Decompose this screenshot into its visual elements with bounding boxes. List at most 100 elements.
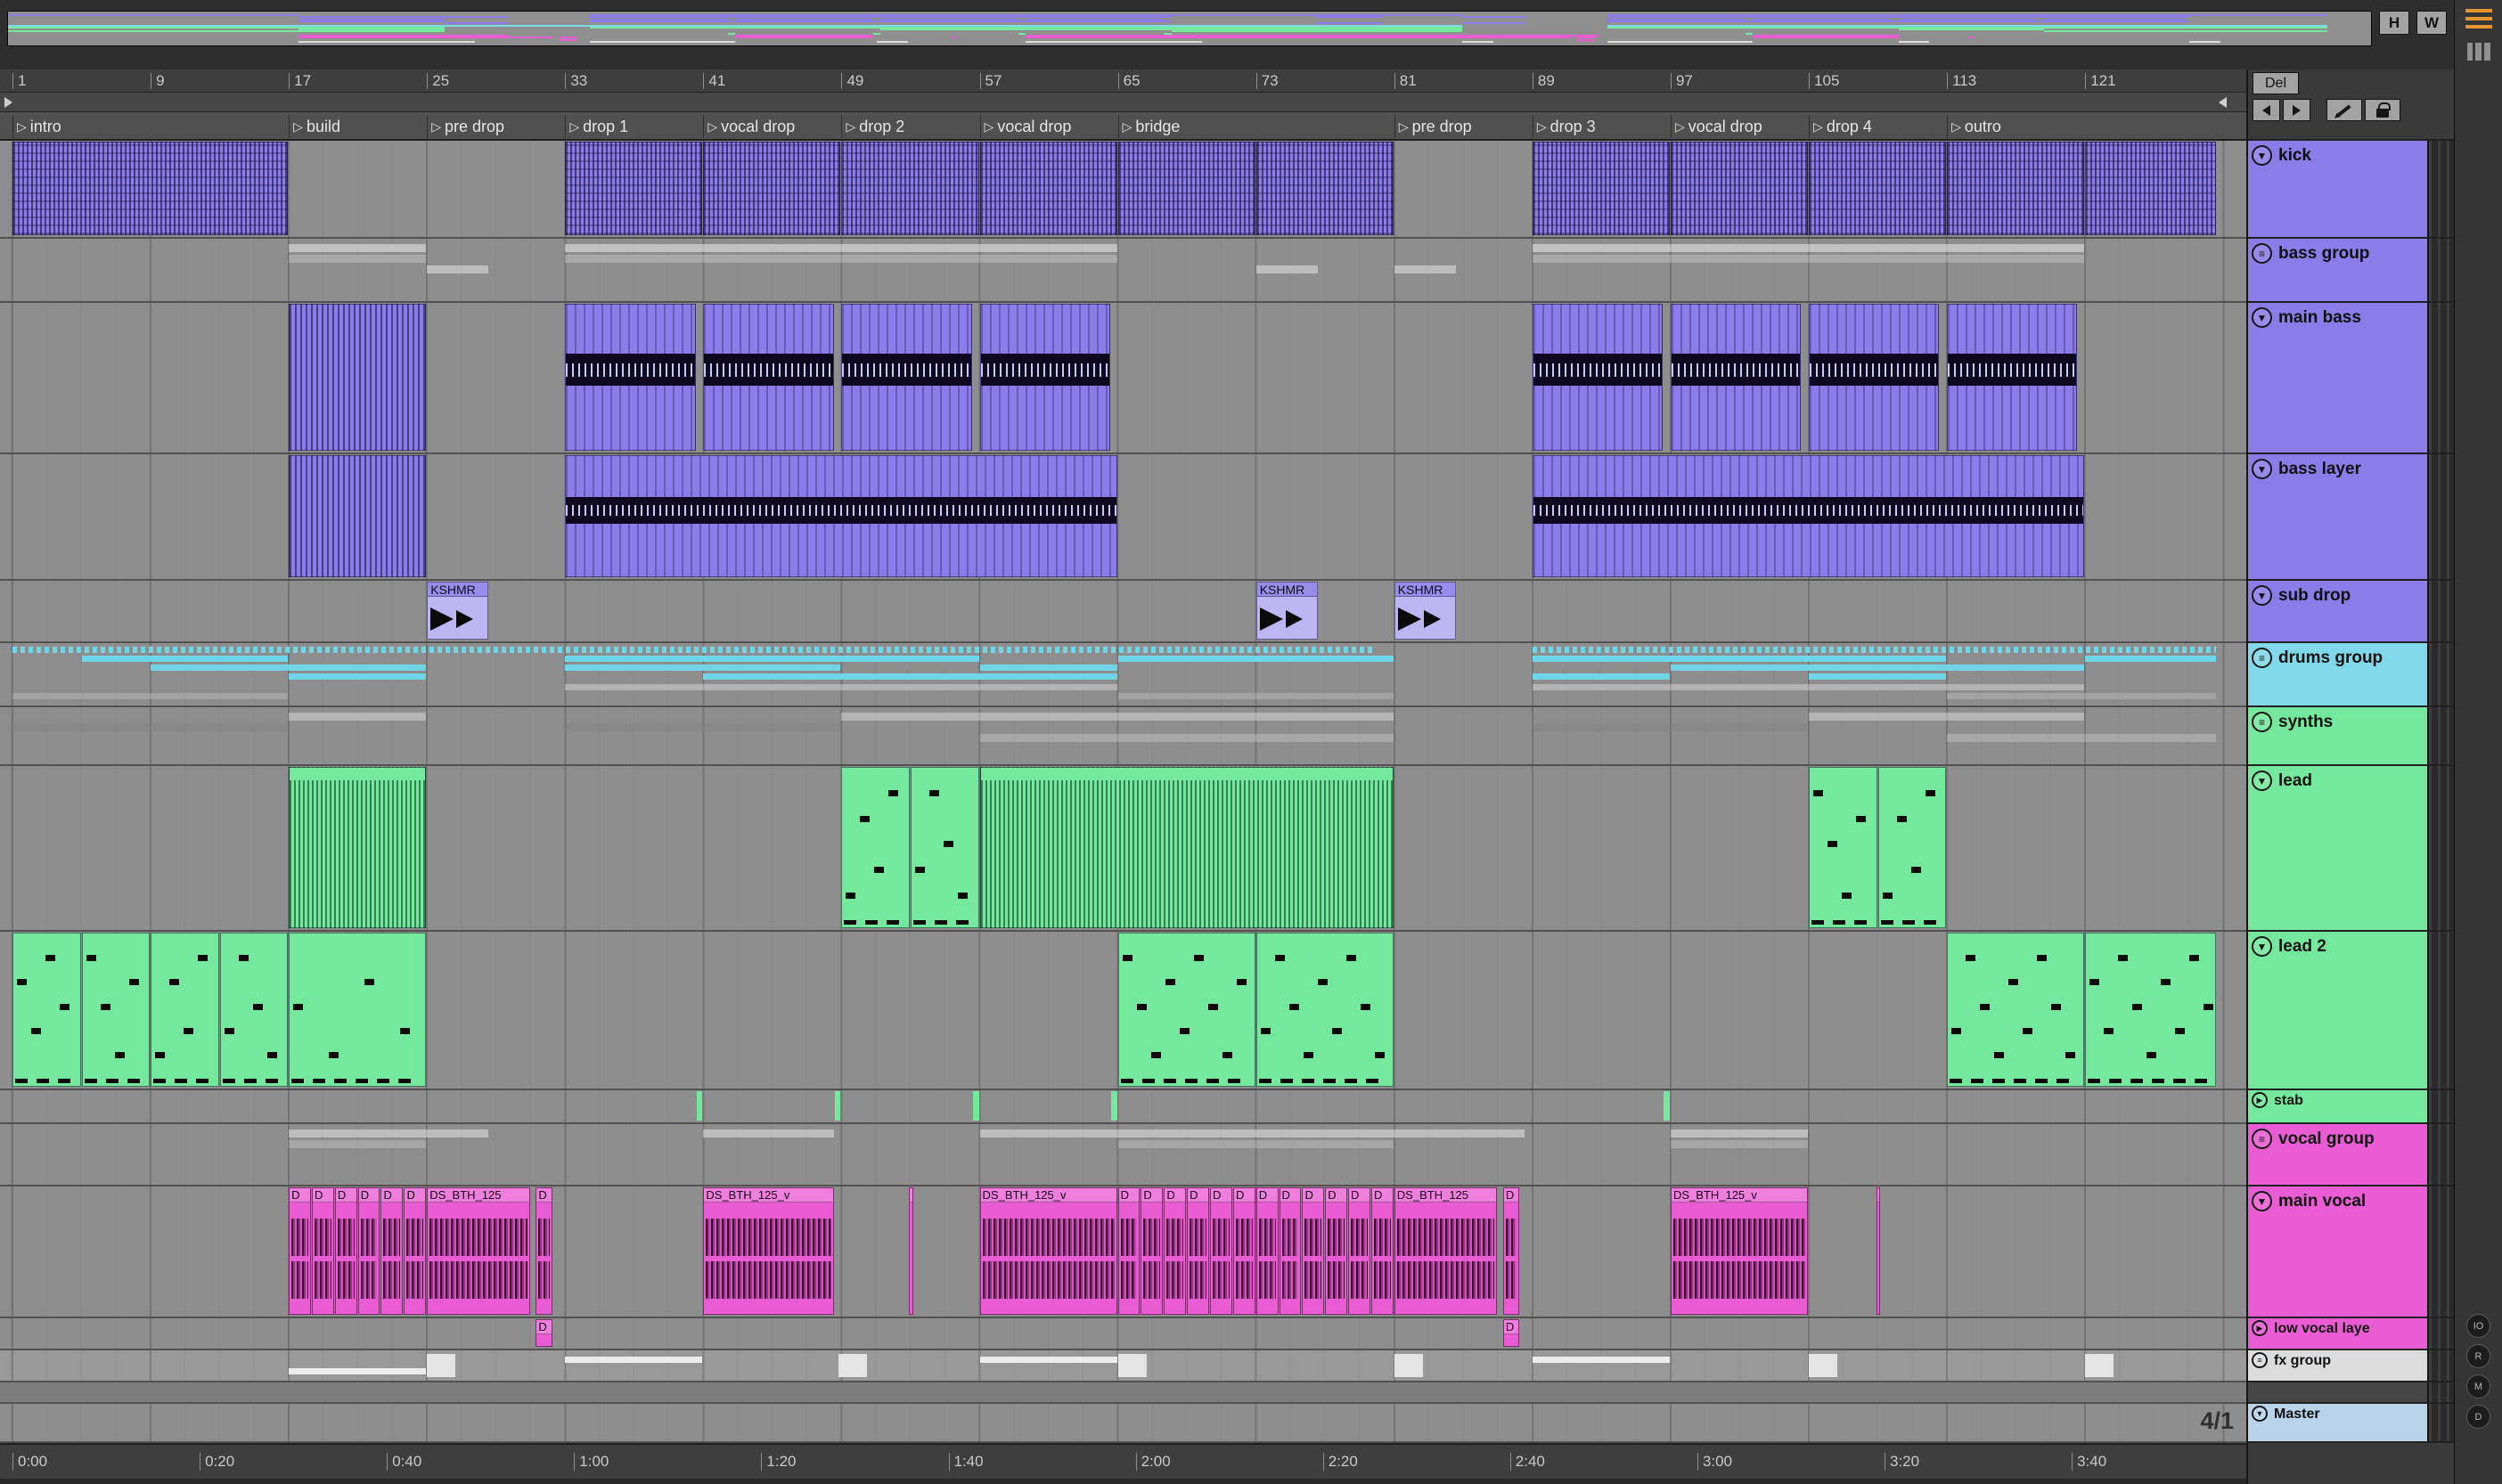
lane-main-vocal[interactable]: D D D D D D DS_BTH_125 D DS_BTH_125_v DS_BTH_125_… <box>0 1186 2246 1318</box>
clip[interactable] <box>979 304 1110 451</box>
clip[interactable]: D <box>380 1187 404 1315</box>
clip[interactable] <box>151 665 427 671</box>
clip[interactable]: D <box>536 1187 552 1315</box>
clip[interactable]: D <box>404 1187 427 1315</box>
clip[interactable]: KSHMR <box>427 582 489 640</box>
mixer-toggle-d[interactable]: D <box>2466 1405 2490 1429</box>
unfold-group-icon[interactable]: ≡ <box>2252 1129 2272 1149</box>
clip[interactable] <box>979 1357 1117 1363</box>
clip[interactable] <box>1664 1091 1670 1121</box>
fold-open-icon[interactable]: ▼ <box>2252 1406 2268 1422</box>
locator-drop-3[interactable]: ▷ drop 3 <box>1532 115 1596 138</box>
clip[interactable] <box>289 713 427 721</box>
clip[interactable]: DS_BTH_125_v <box>979 1187 1117 1315</box>
clip[interactable] <box>565 142 703 235</box>
clip[interactable] <box>289 455 427 577</box>
clip[interactable]: D <box>357 1187 380 1315</box>
clip[interactable] <box>2085 933 2216 1087</box>
lane-sub-drop[interactable]: KSHMR KSHMR KSHMR <box>0 581 2246 643</box>
locator-drop-4[interactable]: ▷ drop 4 <box>1809 115 1872 138</box>
scroll-left-icon[interactable] <box>4 97 12 108</box>
zoom-height-button[interactable]: H <box>2379 11 2409 35</box>
clip[interactable] <box>1532 255 2085 263</box>
clip[interactable] <box>1809 304 1940 451</box>
clip[interactable] <box>909 1187 913 1315</box>
track-header-lead[interactable]: ▼ lead <box>2248 766 2427 930</box>
clip[interactable] <box>1532 142 1670 235</box>
clip[interactable] <box>1532 1357 1670 1363</box>
clip[interactable] <box>1532 723 1809 731</box>
fold-open-icon[interactable]: ▼ <box>2252 936 2272 957</box>
fold-open-icon[interactable]: ▼ <box>2252 1191 2272 1211</box>
clip[interactable] <box>841 304 972 451</box>
mixer-toggle-io[interactable]: IO <box>2466 1314 2490 1338</box>
mixer-toggle-r[interactable]: R <box>2466 1344 2490 1368</box>
locator-build[interactable]: ▷ build <box>289 115 340 138</box>
clip[interactable]: DS_BTH_125 <box>427 1187 530 1315</box>
clip[interactable] <box>2085 142 2216 235</box>
clip[interactable] <box>841 713 1394 721</box>
clip[interactable] <box>565 684 1117 690</box>
clip[interactable] <box>1532 455 2085 577</box>
clip[interactable] <box>565 255 1117 263</box>
locator-vocal-drop[interactable]: ▷ vocal drop <box>979 115 1071 138</box>
clip[interactable] <box>427 1354 456 1377</box>
clip[interactable] <box>1947 693 2216 699</box>
clip[interactable] <box>1670 665 2085 671</box>
lane-drums-group[interactable] <box>0 643 2246 707</box>
clip[interactable] <box>289 1140 427 1148</box>
zoom-width-button[interactable]: W <box>2416 11 2447 35</box>
locator-strip[interactable]: ▷ intro ▷ build ▷ pre drop ▷ drop 1 ▷ vocal drop ▷… <box>0 112 2246 141</box>
back-button[interactable] <box>2253 99 2280 121</box>
clip[interactable]: D <box>1141 1187 1164 1315</box>
clip[interactable] <box>1117 1140 1394 1148</box>
fold-open-icon[interactable]: ▼ <box>2252 459 2272 479</box>
clip[interactable] <box>12 693 289 699</box>
clip[interactable] <box>2085 1354 2114 1377</box>
clip[interactable] <box>1670 142 1809 235</box>
clip[interactable] <box>1670 1129 1809 1137</box>
clip[interactable] <box>1947 142 2085 235</box>
lock-envelopes-button[interactable] <box>2365 99 2400 121</box>
clip[interactable]: DS_BTH_125_v <box>1670 1187 1809 1315</box>
track-header-stab[interactable]: ▶ stab <box>2248 1090 2427 1122</box>
clip[interactable] <box>289 767 427 928</box>
clip[interactable] <box>12 723 289 731</box>
clip[interactable] <box>1110 1091 1117 1121</box>
clip[interactable]: D <box>1348 1187 1370 1315</box>
clip[interactable]: D <box>536 1319 552 1347</box>
clip[interactable] <box>219 933 289 1087</box>
clip[interactable]: DS_BTH_125 <box>1394 1187 1498 1315</box>
clip[interactable]: DS_BTH_125_v <box>703 1187 834 1315</box>
clip[interactable] <box>1947 734 2216 742</box>
clip[interactable]: D <box>1371 1187 1394 1315</box>
clip[interactable]: D <box>1232 1187 1255 1315</box>
clip[interactable] <box>1532 673 1670 680</box>
track-header-sub-drop[interactable]: ▼ sub drop <box>2248 581 2427 641</box>
clip[interactable] <box>289 255 427 263</box>
clip[interactable] <box>12 933 81 1087</box>
clip[interactable] <box>696 1091 703 1121</box>
clip[interactable] <box>1947 933 2085 1087</box>
clip[interactable] <box>565 723 841 731</box>
clip[interactable] <box>81 933 151 1087</box>
lane-main-bass[interactable] <box>0 303 2246 454</box>
clip[interactable] <box>972 1091 979 1121</box>
clip[interactable] <box>838 1354 867 1377</box>
track-header-low-vocal-laye[interactable]: ▶ low vocal laye <box>2248 1318 2427 1349</box>
clip[interactable] <box>1877 767 1947 928</box>
clip[interactable] <box>1532 684 2085 690</box>
clip[interactable] <box>979 665 1117 671</box>
lane-Master[interactable]: 4/1 <box>0 1404 2246 1443</box>
clip[interactable] <box>1117 693 1394 699</box>
lane-vocal-group[interactable] <box>0 1124 2246 1186</box>
clip[interactable] <box>1532 656 1947 662</box>
clip[interactable] <box>841 767 910 928</box>
track-header-vocal-group[interactable]: ≡ vocal group <box>2248 1124 2427 1185</box>
lane-synths[interactable] <box>0 707 2246 766</box>
draw-mode-button[interactable] <box>2326 99 2362 121</box>
clip[interactable] <box>979 1129 1525 1137</box>
lane-lead-2[interactable] <box>0 932 2246 1090</box>
clip[interactable] <box>289 1129 489 1137</box>
fold-open-icon[interactable]: ▼ <box>2252 145 2272 166</box>
